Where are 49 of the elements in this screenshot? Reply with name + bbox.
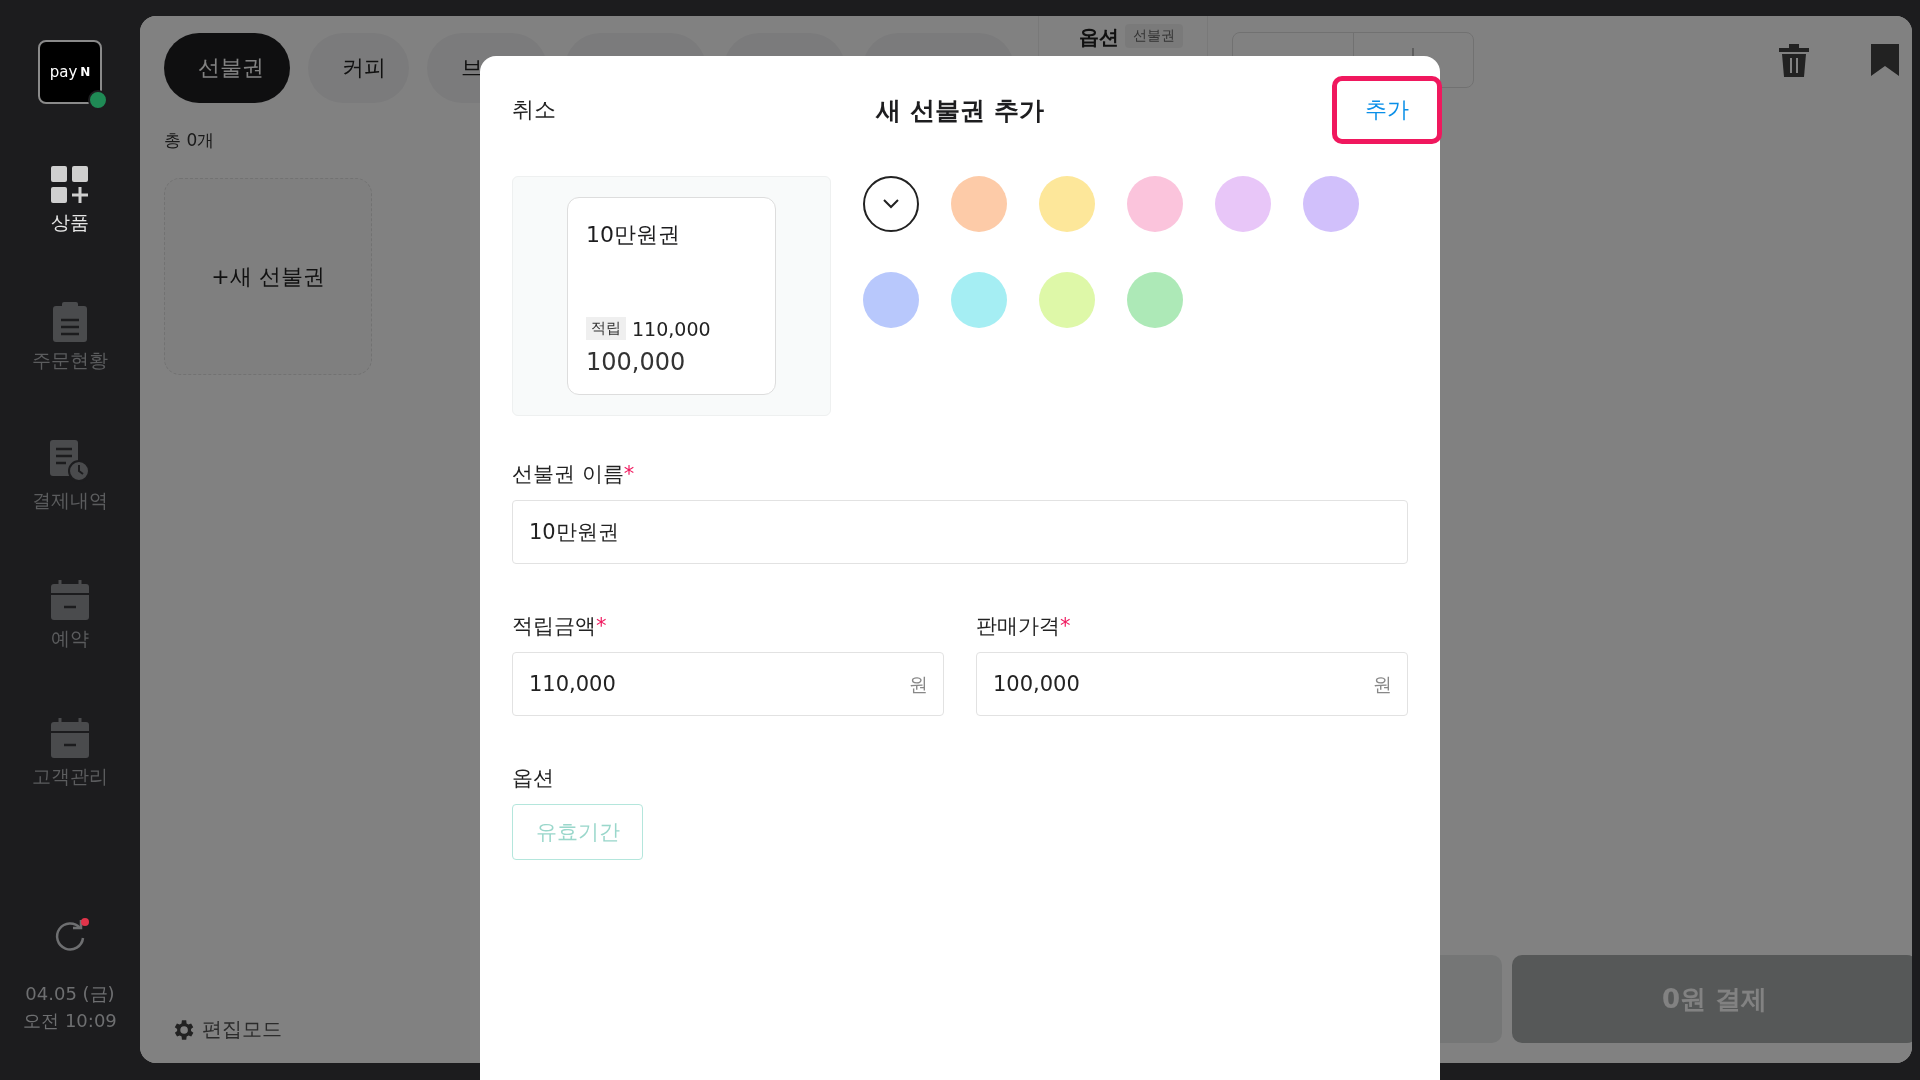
clipboard-icon bbox=[53, 302, 87, 342]
bookmark-icon[interactable] bbox=[1871, 44, 1899, 76]
nav-item[interactable]: 상품 bbox=[51, 166, 89, 236]
points-badge: 적립 bbox=[586, 317, 626, 340]
field-label: 적립금액* bbox=[512, 613, 608, 640]
color-swatch[interactable] bbox=[863, 272, 919, 328]
trash-icon[interactable] bbox=[1777, 43, 1811, 77]
card-price: 100,000 bbox=[586, 348, 687, 376]
color-swatch[interactable] bbox=[1127, 272, 1183, 328]
required-mark: * bbox=[1060, 614, 1071, 638]
nav-item[interactable]: 결제내역 bbox=[32, 440, 108, 514]
nav-item[interactable]: 고객관리 bbox=[32, 718, 108, 790]
currency-unit: 원 bbox=[1373, 672, 1392, 697]
currency-unit: 원 bbox=[909, 672, 928, 697]
date-text: 04.05 (금) bbox=[24, 982, 116, 1006]
grid-plus-icon bbox=[51, 166, 89, 204]
calendar-icon bbox=[51, 580, 89, 620]
new-card-button[interactable]: +새 선불권 bbox=[164, 178, 372, 375]
edit-mode-button[interactable]: 편집모드 bbox=[164, 1016, 1014, 1043]
color-swatch[interactable] bbox=[1039, 176, 1095, 232]
category-tag: 선불권 bbox=[1125, 24, 1183, 48]
card-name: 10만원권 bbox=[586, 221, 681, 249]
nav-item[interactable]: 예약 bbox=[51, 580, 89, 652]
field-label: 판매가격* bbox=[976, 613, 1072, 640]
options-title: 옵션 bbox=[1079, 24, 1119, 51]
check-icon bbox=[882, 198, 900, 210]
color-swatch[interactable] bbox=[863, 176, 919, 232]
color-swatch[interactable] bbox=[951, 272, 1007, 328]
dialog-title: 새 선불권 추가 bbox=[876, 94, 1044, 127]
color-swatch[interactable] bbox=[1039, 272, 1095, 328]
name-input[interactable]: 10만원권 bbox=[512, 500, 1408, 564]
time-text: 오전 10:09 bbox=[23, 1009, 117, 1033]
calendar-icon bbox=[51, 718, 89, 758]
required-mark: * bbox=[596, 614, 607, 638]
color-swatch[interactable] bbox=[1215, 176, 1271, 232]
category-tab[interactable]: 선불권 bbox=[164, 33, 290, 103]
color-swatch[interactable] bbox=[951, 176, 1007, 232]
category-tab[interactable]: 커피 bbox=[308, 33, 409, 103]
nav-item[interactable]: 주문현황 bbox=[32, 302, 108, 374]
color-swatch[interactable] bbox=[1303, 176, 1359, 232]
receipt-clock-icon bbox=[50, 440, 90, 482]
add-button[interactable]: 추가 bbox=[1332, 76, 1442, 144]
options-label: 옵션 bbox=[512, 765, 555, 792]
color-swatch[interactable] bbox=[1127, 176, 1183, 232]
field-label: 선불권 이름* bbox=[512, 461, 636, 488]
required-mark: * bbox=[623, 462, 635, 486]
card-points: 110,000 bbox=[632, 317, 711, 340]
product-count: 총 0개 bbox=[164, 129, 216, 152]
cancel-button[interactable]: 취소 bbox=[512, 95, 556, 125]
